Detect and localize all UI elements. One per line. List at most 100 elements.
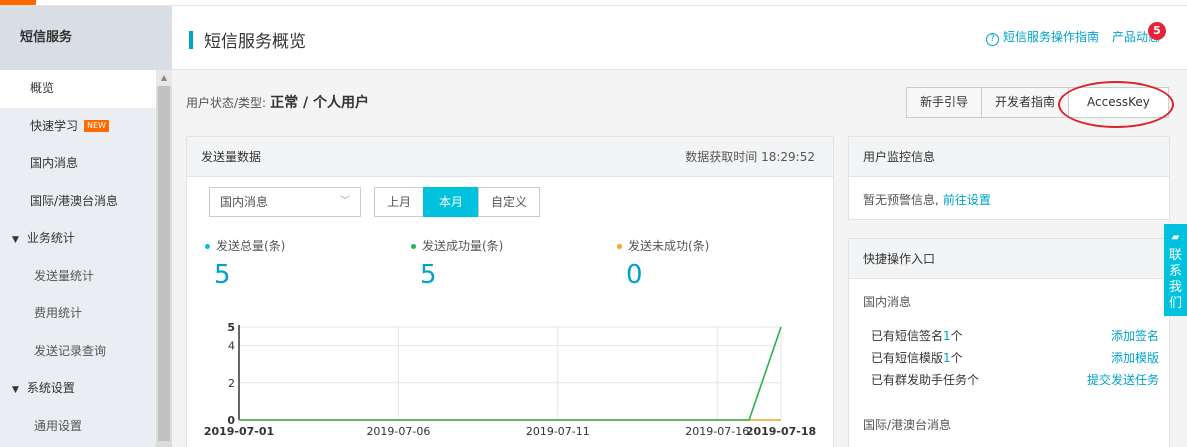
bulk-task-row: 已有群发助手任务个 提交发送任务 — [871, 371, 1159, 388]
sidebar-item-international[interactable]: 国际/港澳台消息 — [0, 183, 172, 221]
row-count: 1 — [943, 329, 951, 343]
user-status: 用户状态/类型: 正常 / 个人用户 — [186, 92, 369, 112]
signature-row: 已有短信签名1个 添加签名 — [871, 327, 1159, 344]
monitor-panel-title: 用户监控信息 — [863, 150, 936, 164]
series-line — [239, 326, 782, 421]
sidebar-item-domestic[interactable]: 国内消息 — [0, 145, 172, 183]
caret-down-icon: ▼ — [12, 235, 19, 245]
intl-section-title: 国际/港澳台消息 — [863, 418, 952, 432]
page-title: 短信服务概览 — [204, 32, 306, 52]
dot-icon — [205, 244, 210, 249]
sidebar-item-general-settings[interactable]: 通用设置 — [0, 408, 172, 446]
guide-link-label: 短信服务操作指南 — [1003, 30, 1100, 44]
sidebar-item-label: 系统设置 — [26, 381, 75, 395]
quick-panel-title: 快捷操作入口 — [863, 252, 936, 266]
contact-char: 们 — [1168, 296, 1182, 311]
chevron-down-icon: ﹀ — [340, 196, 350, 207]
select-value: 国内消息 — [220, 195, 269, 209]
sidebar-item-label: 费用统计 — [34, 306, 83, 320]
send-data-panel: 发送量数据 数据获取时间 18:29:52 国内消息 ﹀ 上月 本月 自定义 发… — [186, 136, 834, 447]
monitor-panel: 用户监控信息 暂无预警信息, 前往设置 — [848, 136, 1170, 220]
sidebar-scrollbar[interactable]: ▲ — [156, 70, 172, 447]
scrollbar-thumb[interactable] — [158, 86, 170, 441]
dot-icon — [411, 244, 416, 249]
stat-failed: 发送未成功(条) 0 — [617, 237, 709, 290]
user-status-value: 正常 / 个人用户 — [270, 95, 369, 111]
sidebar-group-stats[interactable]: ▼ 业务统计 — [0, 220, 172, 258]
monitor-body: 暂无预警信息, 前往设置 — [849, 177, 1169, 222]
contact-char: 联 — [1168, 248, 1182, 263]
fetch-time: 数据获取时间 18:29:52 — [685, 150, 815, 164]
row-text: 已有群发助手任务个 — [871, 373, 980, 387]
sidebar-menu: 概览 快速学习 NEW 国内消息 国际/港澳台消息 ▼ 业务统计 发送量统计 费用统… — [0, 70, 172, 445]
scroll-up-icon[interactable]: ▲ — [156, 70, 172, 86]
range-this-month-button[interactable]: 本月 — [423, 187, 480, 217]
contact-us-tab[interactable]: ▰ 联 系 我 们 — [1164, 224, 1187, 316]
range-segmented-control: 上月 本月 自定义 — [374, 187, 541, 217]
stat-value: 5 — [214, 260, 231, 290]
row-unit: 个 — [950, 329, 963, 343]
sidebar-item-label: 发送记录查询 — [34, 343, 107, 358]
message-type-select[interactable]: 国内消息 ﹀ — [209, 187, 361, 217]
quick-panel-header: 快捷操作入口 — [849, 239, 1169, 279]
x-tick-label: 2019-07-11 — [526, 425, 590, 438]
add-signature-link[interactable]: 添加签名 — [1111, 327, 1159, 344]
stat-label: 发送未成功(条) — [628, 239, 710, 253]
stat-value: 0 — [626, 260, 643, 290]
add-template-link[interactable]: 添加模版 — [1111, 349, 1159, 366]
row-count: 1 — [943, 351, 951, 365]
range-last-month-button[interactable]: 上月 — [374, 187, 425, 217]
action-buttons: 新手引导 开发者指南 AccessKey — [906, 87, 1169, 118]
row-unit: 个 — [950, 351, 963, 365]
dot-icon — [617, 244, 622, 249]
sidebar-title: 短信服务 — [0, 6, 172, 70]
y-tick-label: 5 — [227, 321, 235, 334]
contact-char: 系 — [1168, 264, 1182, 279]
sidebar-item-label: 概览 — [30, 81, 55, 95]
row-text: 已有短信签名 — [871, 329, 944, 343]
range-custom-button[interactable]: 自定义 — [478, 187, 541, 217]
sidebar-item-quick-learn[interactable]: 快速学习 NEW — [0, 108, 172, 146]
sidebar-item-send-stats[interactable]: 发送量统计 — [0, 258, 172, 296]
monitor-text: 暂无预警信息, — [863, 193, 939, 207]
template-row: 已有短信模版1个 添加模版 — [871, 349, 1159, 366]
help-circle-icon: ? — [986, 33, 999, 46]
submit-task-link[interactable]: 提交发送任务 — [1087, 371, 1159, 388]
user-status-label: 用户状态/类型: — [186, 96, 267, 110]
x-tick-label: 2019-07-18 — [746, 425, 816, 438]
accesskey-button[interactable]: AccessKey — [1068, 87, 1169, 118]
sidebar-group-settings[interactable]: ▼ 系统设置 — [0, 370, 172, 408]
domestic-section-title: 国内消息 — [863, 295, 912, 309]
send-panel-header: 发送量数据 数据获取时间 18:29:52 — [187, 137, 833, 177]
stat-success: 发送成功量(条) 5 — [411, 237, 503, 290]
contact-char: 我 — [1168, 280, 1182, 295]
stat-label: 发送成功量(条) — [422, 239, 504, 253]
sidebar-item-overview[interactable]: 概览 — [0, 70, 172, 108]
developer-guide-button[interactable]: 开发者指南 — [981, 87, 1070, 118]
sidebar-item-label: 国际/港澳台消息 — [30, 193, 119, 208]
guide-link[interactable]: ? 短信服务操作指南 — [986, 28, 1099, 46]
sidebar: 短信服务 概览 快速学习 NEW 国内消息 国际/港澳台消息 ▼ 业务统计 发送量统… — [0, 6, 172, 447]
monitor-panel-header: 用户监控信息 — [849, 137, 1169, 177]
stat-value: 5 — [420, 260, 437, 290]
send-volume-chart: 02452019-07-01 2019-07-06 2019-07-11 2019-0… — [204, 321, 816, 438]
sidebar-item-label: 通用设置 — [34, 418, 83, 433]
monitor-settings-link[interactable]: 前往设置 — [943, 193, 991, 207]
quick-actions-panel: 快捷操作入口 国内消息 已有短信签名1个 添加签名 已有短信模版1个 添加模版 … — [848, 238, 1170, 447]
x-tick-label: 2019-07-06 — [366, 425, 430, 438]
sidebar-item-label: 快速学习 — [30, 118, 79, 133]
sidebar-item-fee-stats[interactable]: 费用统计 — [0, 295, 172, 333]
sidebar-item-label: 发送量统计 — [34, 268, 95, 283]
sidebar-item-send-records[interactable]: 发送记录查询 — [0, 333, 172, 371]
brand-accent — [0, 0, 36, 5]
chat-bubble-icon: ▰ — [1171, 232, 1180, 243]
title-accent-bar — [189, 31, 193, 49]
caret-down-icon: ▼ — [12, 385, 19, 395]
beginner-guide-button[interactable]: 新手引导 — [906, 87, 983, 118]
stat-label: 发送总量(条) — [216, 239, 286, 253]
y-tick-label: 2 — [228, 377, 235, 390]
x-tick-label: 2019-07-16 — [685, 425, 749, 438]
sidebar-item-label: 国内消息 — [30, 156, 79, 170]
news-count-badge: 5 — [1148, 22, 1166, 40]
y-tick-label: 4 — [228, 340, 235, 353]
